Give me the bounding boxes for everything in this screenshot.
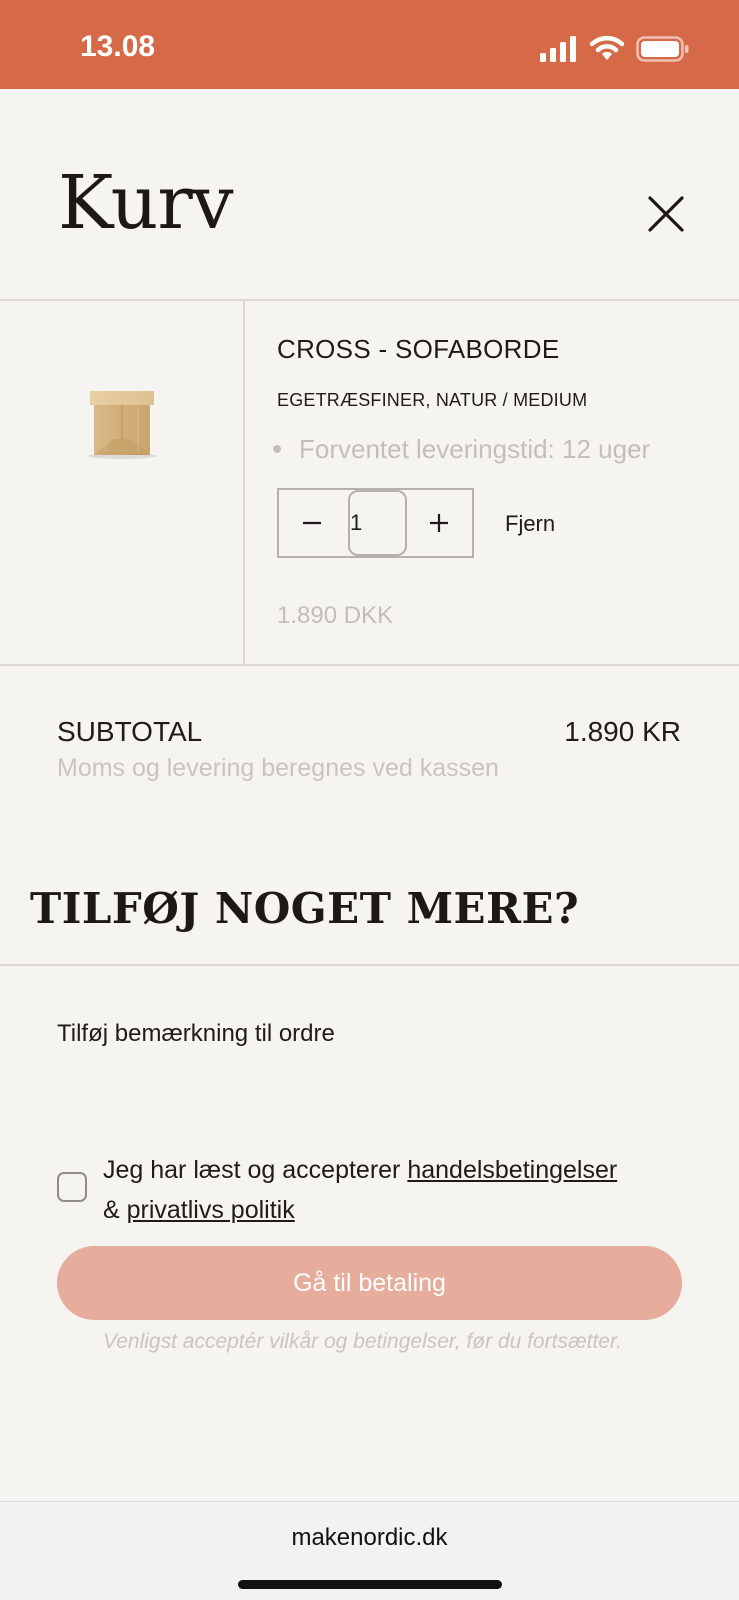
remove-item-link[interactable]: Fjern — [505, 511, 555, 537]
checkout-button[interactable]: Gå til betaling — [57, 1246, 682, 1320]
close-icon — [648, 196, 684, 232]
browser-url[interactable]: makenordic.dk — [0, 1524, 739, 1552]
quantity-input[interactable] — [348, 490, 407, 556]
close-button[interactable] — [636, 186, 696, 246]
item-divider — [0, 664, 739, 666]
quantity-increase-button[interactable] — [406, 490, 472, 556]
terms-prefix: Jeg har læst og accepterer — [103, 1156, 408, 1184]
delivery-estimate: Forventet leveringstid: 12 uger — [273, 434, 650, 465]
terms-joiner: & — [103, 1196, 127, 1224]
terms-warning: Venligst acceptér vilkår og betingelser,… — [103, 1330, 623, 1353]
signal-icon — [540, 36, 576, 62]
home-indicator[interactable] — [238, 1580, 502, 1589]
terms-text: Jeg har læst og accepterer handelsbeting… — [103, 1150, 703, 1230]
terms-checkbox[interactable] — [57, 1172, 87, 1202]
upsell-heading: TILFØJ NOGET MERE? — [30, 884, 580, 933]
subtotal-value: 1.890 KR — [564, 716, 681, 747]
bullet-icon — [273, 445, 281, 454]
product-variant: EGETRÆSFINER, NATUR / MEDIUM — [277, 390, 588, 410]
browser-bottom-bar: makenordic.dk — [0, 1501, 739, 1600]
wifi-icon — [590, 35, 624, 60]
taxes-shipping-note: Moms og levering beregnes ved kassen — [57, 754, 499, 782]
privacy-policy-link[interactable]: privatlivs politik — [127, 1196, 295, 1224]
cart-item-image-cell — [0, 301, 245, 664]
product-thumbnail[interactable] — [84, 389, 160, 461]
quantity-stepper — [277, 488, 474, 558]
battery-icon — [636, 36, 689, 62]
upsell-divider — [0, 964, 739, 966]
add-order-note-link[interactable]: Tilføj bemærkning til ordre — [57, 1020, 335, 1048]
plus-icon — [430, 514, 448, 532]
terms-link[interactable]: handelsbetingelser — [407, 1156, 617, 1184]
quantity-decrease-button[interactable] — [279, 490, 345, 556]
subtotal-label: SUBTOTAL — [57, 716, 203, 747]
minus-icon — [303, 521, 321, 525]
cart-title: Kurv — [58, 160, 233, 246]
status-bar: 13.08 — [0, 0, 739, 89]
product-name[interactable]: CROSS - SOFABORDE — [277, 334, 559, 365]
delivery-estimate-text: Forventet leveringstid: 12 uger — [299, 434, 651, 464]
item-price: 1.890 DKK — [277, 602, 394, 629]
status-time: 13.08 — [80, 30, 156, 63]
